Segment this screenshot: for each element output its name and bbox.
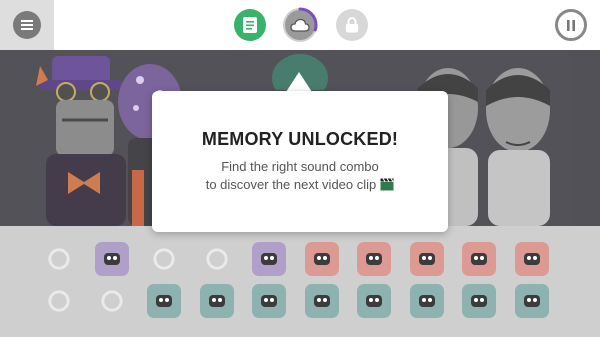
dialog-message: Find the right sound combo to discover t… (152, 158, 448, 194)
goggles-icon[interactable] (200, 242, 234, 276)
visor-icon[interactable] (462, 284, 496, 318)
drops-icon[interactable] (42, 284, 76, 318)
headband-icon[interactable] (252, 242, 286, 276)
dialog-title: MEMORY UNLOCKED! (201, 129, 399, 149)
dialog-line-1: Find the right sound combo (221, 159, 379, 174)
wrench-icon[interactable] (409, 284, 444, 318)
memory-unlocked-dialog[interactable]: MEMORY UNLOCKED! Find the right sound co… (152, 91, 448, 232)
top-bar (0, 0, 600, 50)
face-icon[interactable] (147, 284, 181, 318)
witch-hat-icon[interactable] (94, 242, 129, 276)
sound-icon-tray (0, 226, 600, 337)
notepad-icon (243, 17, 257, 33)
mouth-icon[interactable] (357, 284, 391, 318)
sparkle-icon[interactable] (147, 242, 181, 276)
arrow-icon[interactable] (95, 284, 129, 318)
cloud-icon (290, 18, 310, 32)
locked-button[interactable] (336, 9, 368, 41)
top-hat-icon[interactable] (409, 242, 444, 276)
menu-button[interactable] (13, 11, 41, 39)
gas-mask-icon[interactable] (357, 242, 391, 276)
helmet-icon[interactable] (462, 242, 496, 276)
pause-button[interactable] (555, 9, 587, 41)
glasses-icon[interactable] (42, 242, 76, 276)
cap-icon[interactable] (304, 284, 339, 318)
sunglasses-icon[interactable] (514, 242, 549, 276)
cloud-button[interactable] (282, 7, 318, 43)
mask-icon[interactable] (304, 242, 339, 276)
hamburger-menu-icon (21, 20, 33, 30)
bell-icon[interactable] (199, 284, 234, 318)
dialog-line-2: to discover the next video clip (205, 177, 377, 192)
pause-icon (567, 19, 575, 31)
notes-button[interactable] (234, 9, 266, 41)
dialog-pointer (286, 72, 312, 92)
lock-icon (346, 17, 358, 33)
menu-area (0, 0, 54, 50)
clapperboard-icon (380, 178, 394, 191)
antlers-icon[interactable] (514, 284, 549, 318)
cage-icon[interactable] (252, 284, 286, 318)
